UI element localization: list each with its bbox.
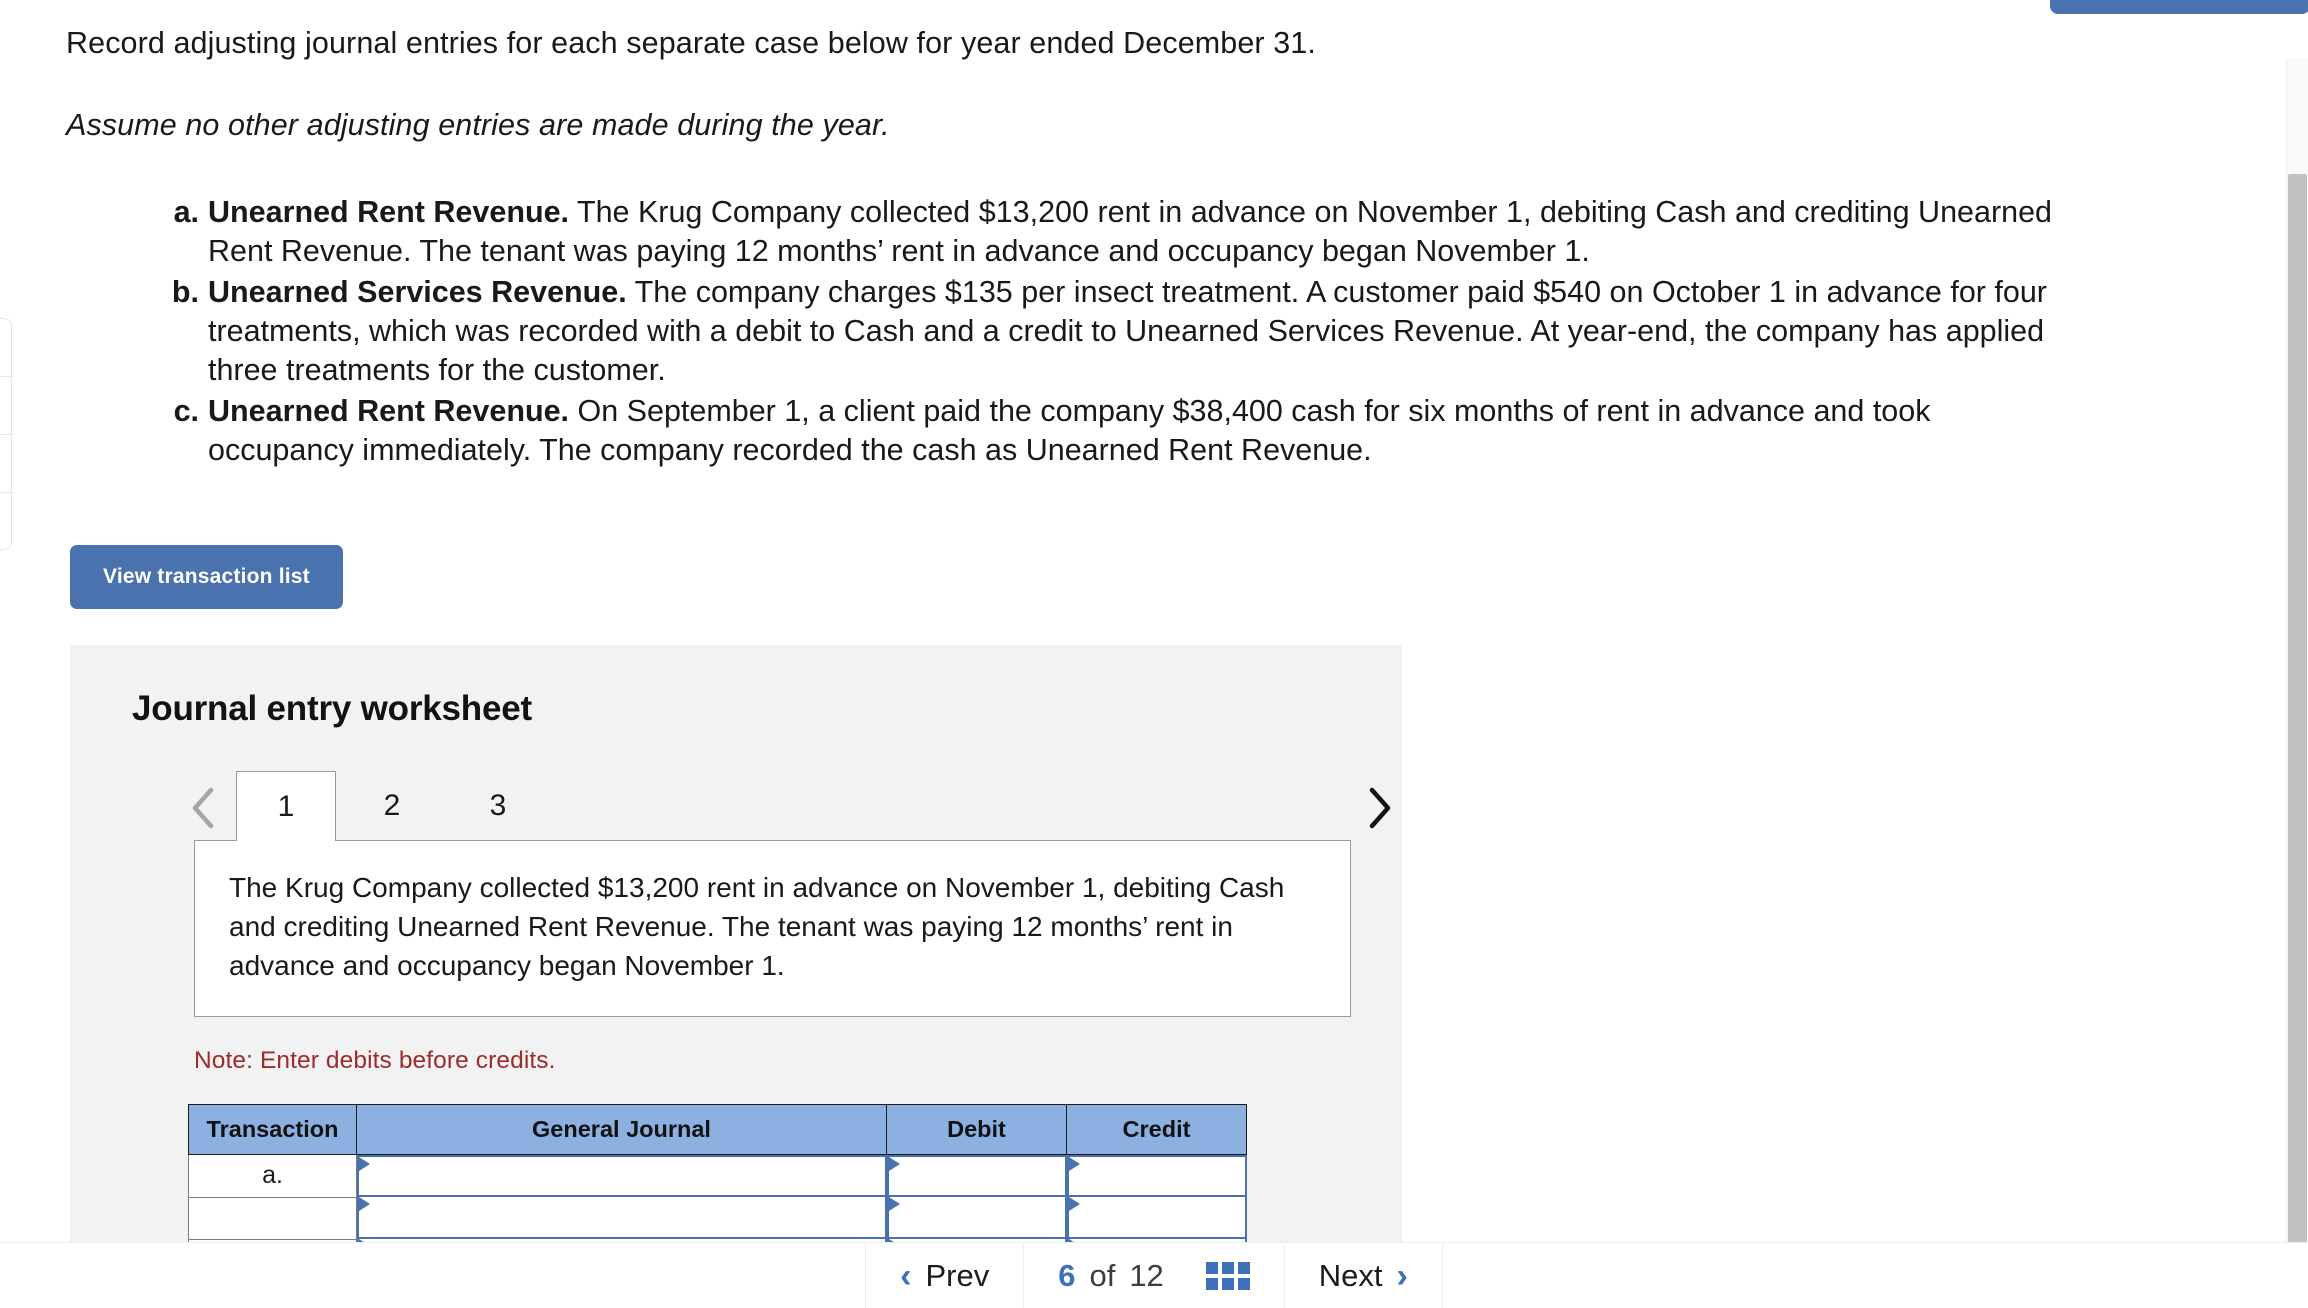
worksheet-tab-2[interactable]: 2 — [342, 771, 442, 841]
worksheet-tab-1[interactable]: 1 — [236, 771, 336, 842]
debit-cell[interactable] — [886, 1197, 1067, 1239]
next-chevron-icon: › — [1396, 1256, 1408, 1295]
scrollbar-thumb[interactable] — [2288, 174, 2307, 1264]
prev-chevron-icon: ‹ — [900, 1256, 912, 1295]
instruction-lead: Record adjusting journal entries for eac… — [66, 26, 1316, 60]
credit-cell[interactable] — [1066, 1197, 1247, 1239]
debit-cell[interactable] — [886, 1155, 1067, 1197]
case-marker: b. — [171, 275, 199, 310]
worksheet-tab-3[interactable]: 3 — [448, 771, 548, 841]
vertical-scrollbar[interactable] — [2286, 58, 2308, 1308]
next-button[interactable]: Next › — [1283, 1242, 1443, 1308]
worksheet-description: The Krug Company collected $13,200 rent … — [194, 840, 1351, 1017]
total-page-number: 12 — [1129, 1257, 1164, 1293]
bottom-nav-group: ‹ Prev 6 of 12 Next › — [865, 1242, 1443, 1308]
general-journal-cell[interactable] — [357, 1197, 887, 1239]
list-item: a. Unearned Rent Revenue. The Krug Compan… — [66, 193, 2056, 271]
column-header-debit: Debit — [886, 1104, 1067, 1155]
table-row — [188, 1197, 1247, 1240]
worksheet-tab-bar: 1 2 3 — [70, 769, 1402, 842]
general-journal-input[interactable] — [357, 1155, 887, 1197]
general-journal-input[interactable] — [357, 1197, 887, 1239]
credit-input[interactable] — [1066, 1197, 1247, 1239]
debit-input[interactable] — [886, 1155, 1067, 1197]
prev-label: Prev — [925, 1257, 990, 1293]
case-marker: a. — [173, 195, 199, 230]
list-item: c. Unearned Rent Revenue. On September 1,… — [66, 392, 2056, 470]
main-content: Record adjusting journal entries for eac… — [0, 0, 2240, 1290]
prev-button[interactable]: ‹ Prev — [865, 1242, 1023, 1308]
credit-input[interactable] — [1066, 1155, 1247, 1197]
column-header-credit: Credit — [1066, 1104, 1247, 1155]
prev-worksheet-chevron-icon[interactable] — [176, 779, 230, 837]
case-title: Unearned Rent Revenue. — [208, 394, 570, 429]
table-row: a. — [188, 1154, 1247, 1198]
instruction-assumption: Assume no other adjusting entries are ma… — [66, 108, 890, 143]
general-journal-cell[interactable] — [357, 1155, 887, 1197]
grid-view-icon[interactable] — [1205, 1261, 1250, 1290]
column-header-general-journal: General Journal — [356, 1104, 887, 1155]
case-list: a. Unearned Rent Revenue. The Krug Compan… — [66, 193, 2240, 470]
page-root: Record adjusting journal entries for eac… — [0, 0, 2308, 1308]
bottom-navigation-bar: ‹ Prev 6 of 12 Next › — [0, 1242, 2308, 1308]
transaction-label-cell: a. — [188, 1154, 357, 1198]
case-title: Unearned Rent Revenue. — [208, 195, 570, 230]
view-transaction-list-button[interactable]: View transaction list — [70, 545, 343, 610]
table-header-row: Transaction General Journal Debit Credit — [188, 1104, 1247, 1155]
transaction-label-cell — [188, 1197, 357, 1240]
page-of-label: of — [1089, 1257, 1116, 1293]
next-label: Next — [1318, 1257, 1383, 1293]
list-item: b. Unearned Services Revenue. The company… — [66, 273, 2056, 390]
page-counter: 6 of 12 — [1023, 1242, 1284, 1308]
page-title: Journal entry worksheet — [132, 689, 532, 729]
case-title: Unearned Services Revenue. — [208, 275, 627, 310]
journal-entry-worksheet-panel: Journal entry worksheet 1 2 3 The Krug C… — [70, 645, 1402, 1290]
case-marker: c. — [173, 394, 199, 429]
credit-cell[interactable] — [1066, 1155, 1247, 1197]
debit-input[interactable] — [886, 1197, 1067, 1239]
current-page-number: 6 — [1058, 1257, 1076, 1293]
next-worksheet-chevron-icon[interactable] — [1352, 779, 1402, 837]
debits-before-credits-note: Note: Enter debits before credits. — [194, 1047, 556, 1074]
column-header-transaction: Transaction — [188, 1104, 357, 1155]
